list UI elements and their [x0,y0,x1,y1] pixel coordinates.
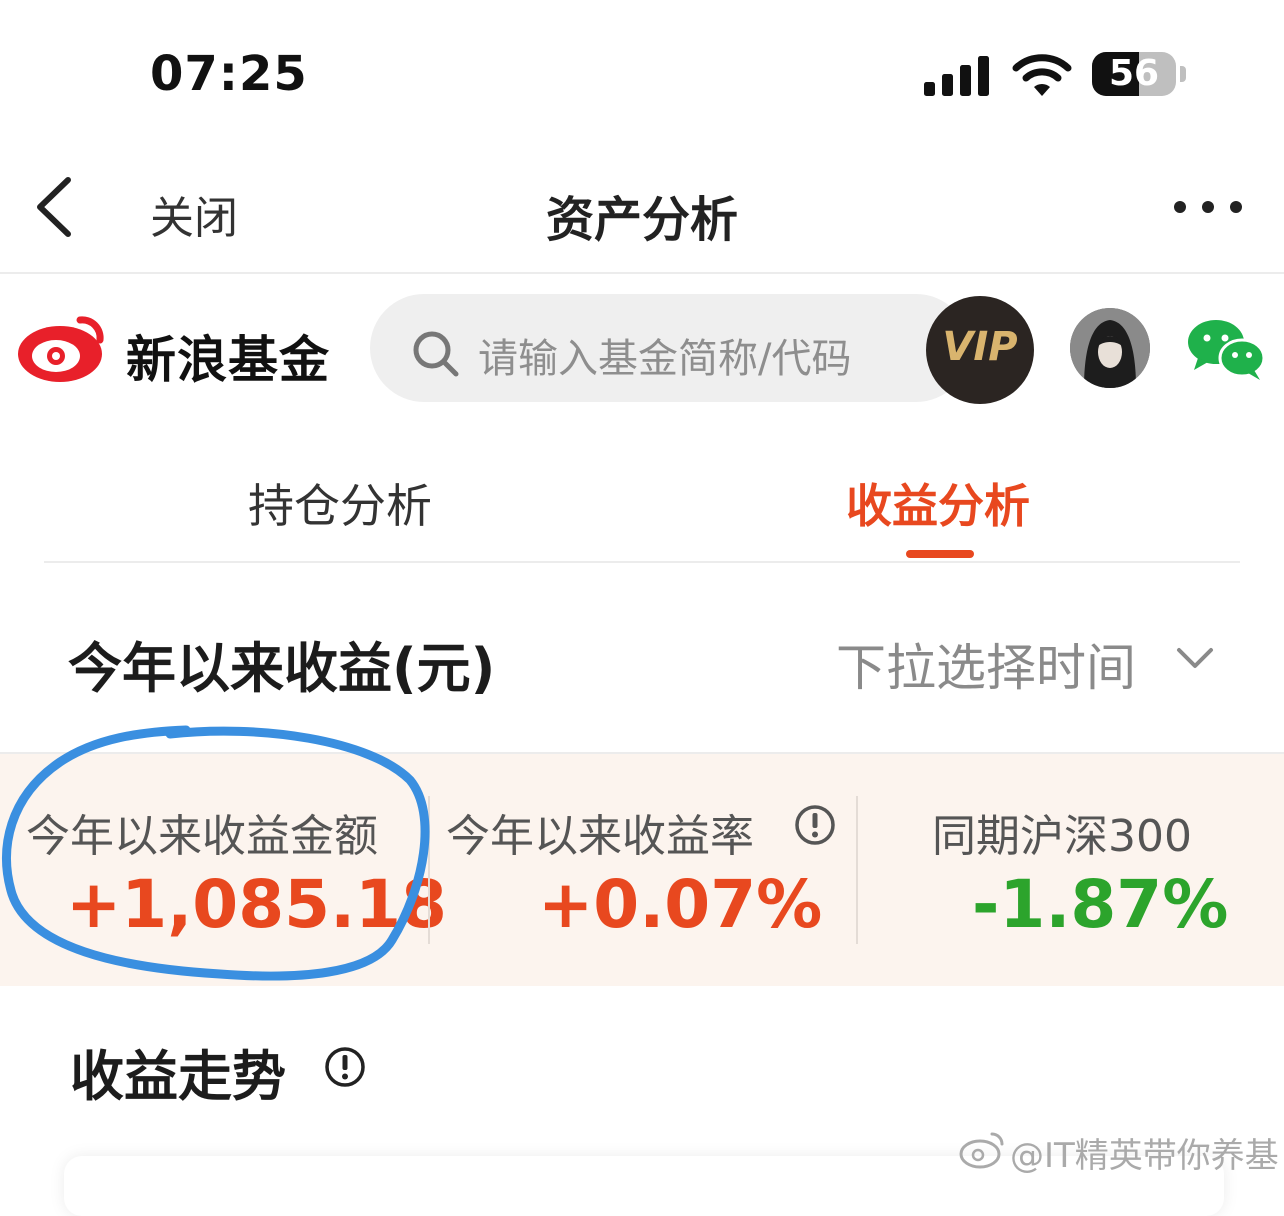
wifi-icon [1012,54,1072,96]
ytd-earnings-title: 今年以来收益(元) [68,637,496,700]
ytd-rate-value: +0.07% [538,866,823,943]
page-title: 资产分析 [545,192,738,248]
nav-divider [0,272,1284,274]
tab-holdings-analysis[interactable]: 持仓分析 [248,470,432,536]
active-tab-indicator [906,550,974,558]
annotation-circle [2,725,430,981]
tab-divider [44,561,1240,563]
csi300-label: 同期沪深300 [932,811,1192,862]
battery-level-text: 56 [1108,53,1160,94]
info-icon[interactable] [794,804,836,846]
avatar[interactable] [1070,308,1150,388]
vip-label: VIP [942,324,1018,370]
ytd-rate-label: 今年以来收益率 [446,811,754,862]
search-placeholder: 请输入基金简称/代码 [478,336,852,382]
weibo-watermark-icon [959,1132,1004,1169]
tab-earnings-analysis[interactable]: 收益分析 [846,470,1030,536]
info-icon[interactable] [324,1046,366,1088]
csi300-value: -1.87% [972,866,1229,943]
battery-indicator: 56 [1092,52,1188,98]
search-icon [413,331,459,377]
stat-divider [856,796,858,944]
earnings-trend-title: 收益走势 [70,1045,286,1108]
time-range-dropdown[interactable]: 下拉选择时间 [836,628,1136,700]
more-dots-icon[interactable] [1170,196,1246,218]
status-time: 07:25 [150,46,308,102]
brand-name: 新浪基金 [126,331,330,389]
cellular-signal-icon [924,56,989,96]
watermark: @IT精英带你养基 [1010,1136,1279,1176]
chevron-down-icon[interactable] [1176,646,1214,672]
avatar-image-icon [1070,308,1150,388]
wechat-icon[interactable] [1186,316,1266,382]
sina-logo-icon[interactable] [14,308,110,388]
